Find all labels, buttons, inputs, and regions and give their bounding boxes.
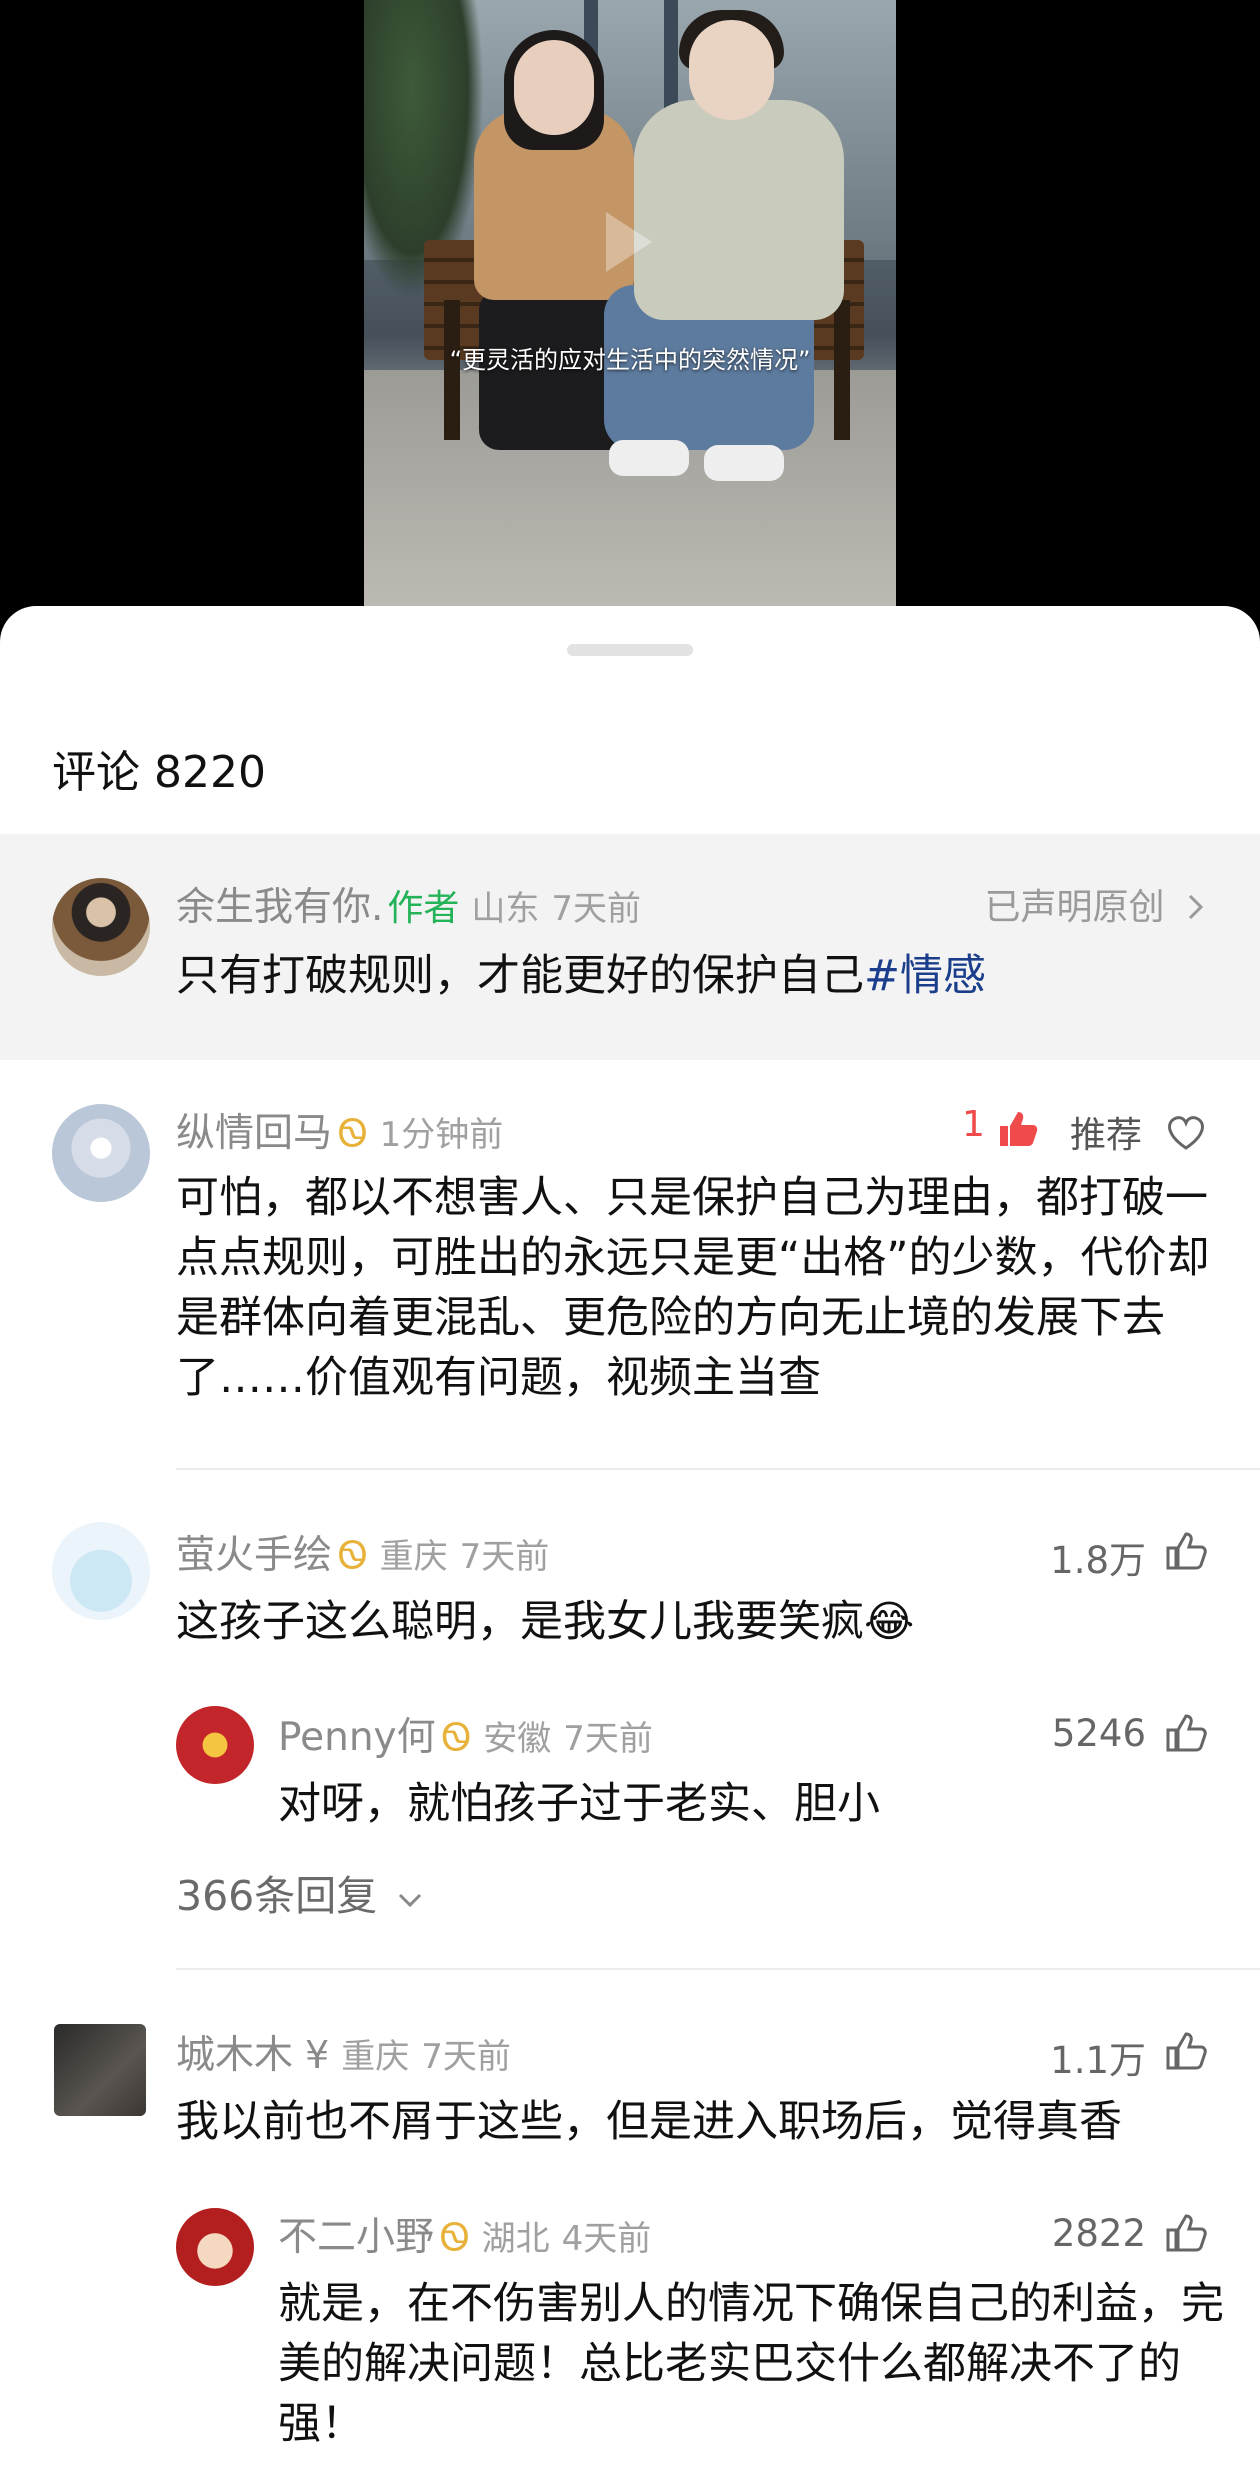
commenter-avatar[interactable] [52, 1522, 150, 1620]
chevron-down-icon [399, 1893, 422, 1908]
replier-name[interactable]: Penny何 [278, 1715, 436, 1760]
comment-location: 重庆 [379, 1537, 448, 1577]
thumb-up-icon[interactable] [1164, 1528, 1208, 1572]
like-count: 1 [962, 1104, 985, 1145]
replier-avatar[interactable] [176, 2208, 254, 2286]
thumb-up-icon[interactable] [1164, 2210, 1208, 2254]
comment-text: 这孩子这么聪明，是我女儿我要笑疯😂 [176, 1597, 915, 1647]
play-icon[interactable] [606, 212, 652, 272]
reply-location: 安徽 [483, 1719, 552, 1759]
reply-text: 对呀，就怕孩子过于老实、胆小 [278, 1779, 880, 1829]
heart-icon[interactable] [1164, 1110, 1208, 1154]
author-avatar[interactable] [52, 878, 150, 976]
comments-sheet: 评论 8220 余生我有你. 作者 山东 7天前 已声明原创 只有打破规则，才能更好的… [0, 606, 1260, 2468]
butterfly-icon: Ꮻ [441, 1715, 472, 1759]
currency-badge: ¥ [305, 2033, 330, 2077]
comment-time: 1分钟前 [379, 1115, 504, 1155]
butterfly-icon: Ꮻ [338, 1111, 368, 1155]
author-post[interactable]: 余生我有你. 作者 山东 7天前 已声明原创 只有打破规则，才能更好的保护自己#情感 [0, 834, 1260, 1060]
commenter-avatar[interactable] [54, 2024, 146, 2116]
author-post-text: 只有打破规则，才能更好的保护自己#情感 [176, 951, 987, 1001]
comment-text: 我以前也不屑于这些，但是进入职场后，觉得真香 [176, 2097, 1122, 2147]
comment-time: 7天前 [421, 2037, 511, 2077]
author-name[interactable]: 余生我有你. [176, 885, 383, 930]
like-count: 2822 [1051, 2212, 1146, 2255]
commenter-name[interactable]: 城木木 [176, 2033, 293, 2078]
thumb-up-icon[interactable] [996, 1106, 1040, 1150]
author-location: 山东 [471, 889, 540, 929]
like-count: 1.8万 [1050, 1539, 1146, 1582]
thumb-up-icon[interactable] [1164, 2028, 1208, 2072]
reply-text: 就是，在不伤害别人的情况下确保自己的利益，完美的解决问题！总比老实巴交什么都解决… [278, 2279, 1224, 2449]
video-player[interactable]: “更灵活的应对生活中的突然情况” [0, 0, 1260, 640]
commenter-name[interactable]: 纵情回马 [176, 1111, 332, 1156]
butterfly-icon: Ꮻ [338, 1533, 368, 1577]
replier-avatar[interactable] [176, 1706, 254, 1784]
author-badge: 作者 [387, 888, 460, 929]
thumb-up-icon[interactable] [1164, 1710, 1208, 1754]
reply-time: 4天前 [561, 2219, 652, 2259]
like-count: 5246 [1051, 1712, 1146, 1755]
butterfly-icon: Ꮻ [440, 2215, 470, 2259]
like-count: 1.1万 [1050, 2039, 1146, 2082]
replier-name[interactable]: 不二小野 [278, 2215, 434, 2260]
chevron-right-icon [1188, 894, 1204, 920]
commenter-avatar[interactable] [52, 1104, 150, 1202]
reply-time: 7天前 [563, 1719, 653, 1759]
divider [176, 1468, 1260, 1470]
hashtag-link[interactable]: #情感 [864, 951, 986, 1001]
reply-location: 湖北 [481, 2219, 550, 2259]
author-time: 7天前 [551, 889, 642, 929]
video-frame[interactable]: “更灵活的应对生活中的突然情况” [364, 0, 896, 610]
comment-text: 可怕，都以不想害人、只是保护自己为理由，都打破一点点规则，可胜出的永远只是更“出… [176, 1173, 1210, 1403]
commenter-name[interactable]: 萤火手绘 [176, 1533, 332, 1578]
original-declaration[interactable]: 已声明原创 [985, 878, 1208, 930]
divider [176, 1968, 1260, 1970]
video-subtitle: “更灵活的应对生活中的突然情况” [449, 346, 811, 374]
comments-title: 评论 8220 [52, 747, 266, 798]
recommend-button[interactable]: 推荐 [1070, 1106, 1142, 1158]
expand-replies-button[interactable]: 366条回复 [176, 1862, 424, 1922]
drag-handle[interactable] [567, 644, 693, 656]
comment-time: 7天前 [459, 1537, 550, 1577]
comment-location: 重庆 [341, 2037, 410, 2077]
